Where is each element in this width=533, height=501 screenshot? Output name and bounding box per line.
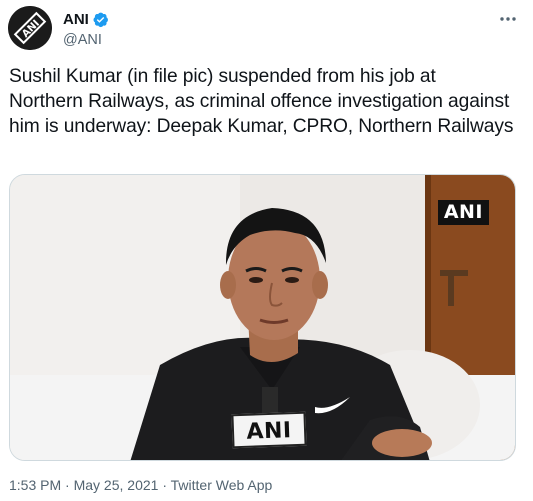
more-options-icon[interactable]: [497, 8, 519, 30]
tweet-meta: 1:53 PM · May 25, 2021 · Twitter Web App: [9, 477, 272, 493]
meta-separator: ·: [162, 477, 167, 493]
microphone-label: ANI: [231, 411, 307, 449]
tweet-photo[interactable]: ANI ANI: [9, 174, 516, 461]
tweet-card: ANI ANI @ANI Sushil Kumar (in file pic) …: [0, 0, 533, 501]
account-handle[interactable]: @ANI: [63, 32, 109, 48]
tweet-time[interactable]: 1:53 PM: [9, 477, 61, 493]
tweet-source[interactable]: Twitter Web App: [171, 477, 273, 493]
tweet-text: Sushil Kumar (in file pic) suspended fro…: [9, 66, 514, 137]
ani-watermark: ANI: [437, 200, 489, 225]
ani-logo-icon: ANI: [8, 6, 52, 50]
tweet-header: ANI ANI @ANI: [8, 6, 523, 52]
display-name[interactable]: ANI: [63, 11, 89, 28]
verified-badge-icon: [92, 11, 109, 28]
avatar[interactable]: ANI: [8, 6, 52, 50]
tweet-date[interactable]: May 25, 2021: [74, 477, 159, 493]
meta-separator: ·: [65, 477, 70, 493]
account-names: ANI @ANI: [63, 9, 109, 48]
